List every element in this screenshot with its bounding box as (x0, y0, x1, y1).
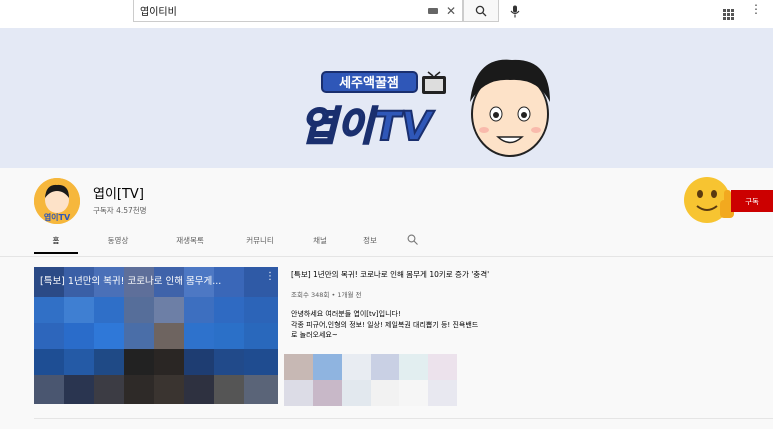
tab-playlists[interactable]: 재생목록 (158, 230, 222, 254)
avatar[interactable]: 엽이TV (34, 178, 80, 224)
video-menu-icon[interactable]: ⋮ (265, 272, 275, 282)
search-query[interactable]: 엽이티비 (140, 3, 428, 18)
channel-banner: 세주액꿀잼 엽이TV (0, 28, 773, 168)
description-line: 안녕하세요 여러분들 엽이[tv]입니다! (291, 310, 401, 318)
video-description: 안녕하세요 여러분들 엽이[tv]입니다! 각종 피규어,인형의 정보! 일상!… (291, 309, 531, 341)
avatar-image: 엽이TV (34, 178, 80, 224)
search-input[interactable]: 엽이티비 ✕ (133, 0, 463, 22)
mic-icon (510, 5, 520, 17)
tabs-divider (0, 256, 773, 257)
top-bar: 엽이티비 ✕ ⋮ (0, 0, 773, 28)
thumbnail-title: [특보] 1년만의 복귀! 코로나로 인해 몸무게... (40, 276, 222, 287)
search-button[interactable] (463, 0, 499, 22)
description-image (284, 354, 457, 406)
banner-logo-text: 엽이TV (300, 104, 435, 150)
channel-tabs: 홈 동영상 재생목록 커뮤니티 채널 정보 (34, 230, 392, 254)
banner-logo: 세주액꿀잼 엽이TV (299, 59, 550, 157)
avatar-text: 엽이TV (44, 212, 71, 222)
apps-grid-icon (723, 9, 734, 20)
banner-tagline: 세주액꿀잼 (339, 75, 399, 91)
tab-about[interactable]: 정보 (348, 230, 392, 254)
channel-search-icon[interactable] (407, 234, 418, 245)
tv-icon (422, 71, 446, 94)
thumbnail-image (34, 267, 278, 404)
section-divider (34, 418, 773, 419)
tab-videos[interactable]: 동영상 (86, 230, 150, 254)
tab-community[interactable]: 커뮤니티 (228, 230, 292, 254)
search-icon (475, 5, 487, 16)
description-line: 로 놀러오세요~ (291, 331, 338, 339)
keyboard-icon[interactable] (427, 7, 438, 14)
channel-name: 엽이[TV] (93, 187, 144, 202)
clear-icon[interactable]: ✕ (446, 5, 456, 17)
description-line: 각종 피규어,인형의 정보! 일상! 제일복권 대리뽑기 등! 진욕밴드 (291, 320, 479, 329)
tab-home[interactable]: 홈 (34, 230, 78, 254)
apps-button[interactable] (723, 5, 734, 24)
cartoon-face (470, 59, 550, 157)
tab-channels[interactable]: 채널 (298, 230, 342, 254)
subscribe-button[interactable]: 구독 (731, 190, 773, 212)
more-options-icon[interactable]: ⋮ (750, 3, 762, 15)
voice-search-button[interactable] (506, 3, 524, 19)
video-title[interactable]: [특보] 1년만의 복귀! 코로나로 인해 몸무게 10키로 증가 '충격' (291, 269, 489, 280)
video-meta: 조회수 348회 • 1개월 전 (291, 291, 362, 299)
video-thumbnail[interactable]: [특보] 1년만의 복귀! 코로나로 인해 몸무게... ⋮ (34, 267, 278, 404)
subscriber-count: 구독자 4.57천명 (93, 206, 147, 215)
